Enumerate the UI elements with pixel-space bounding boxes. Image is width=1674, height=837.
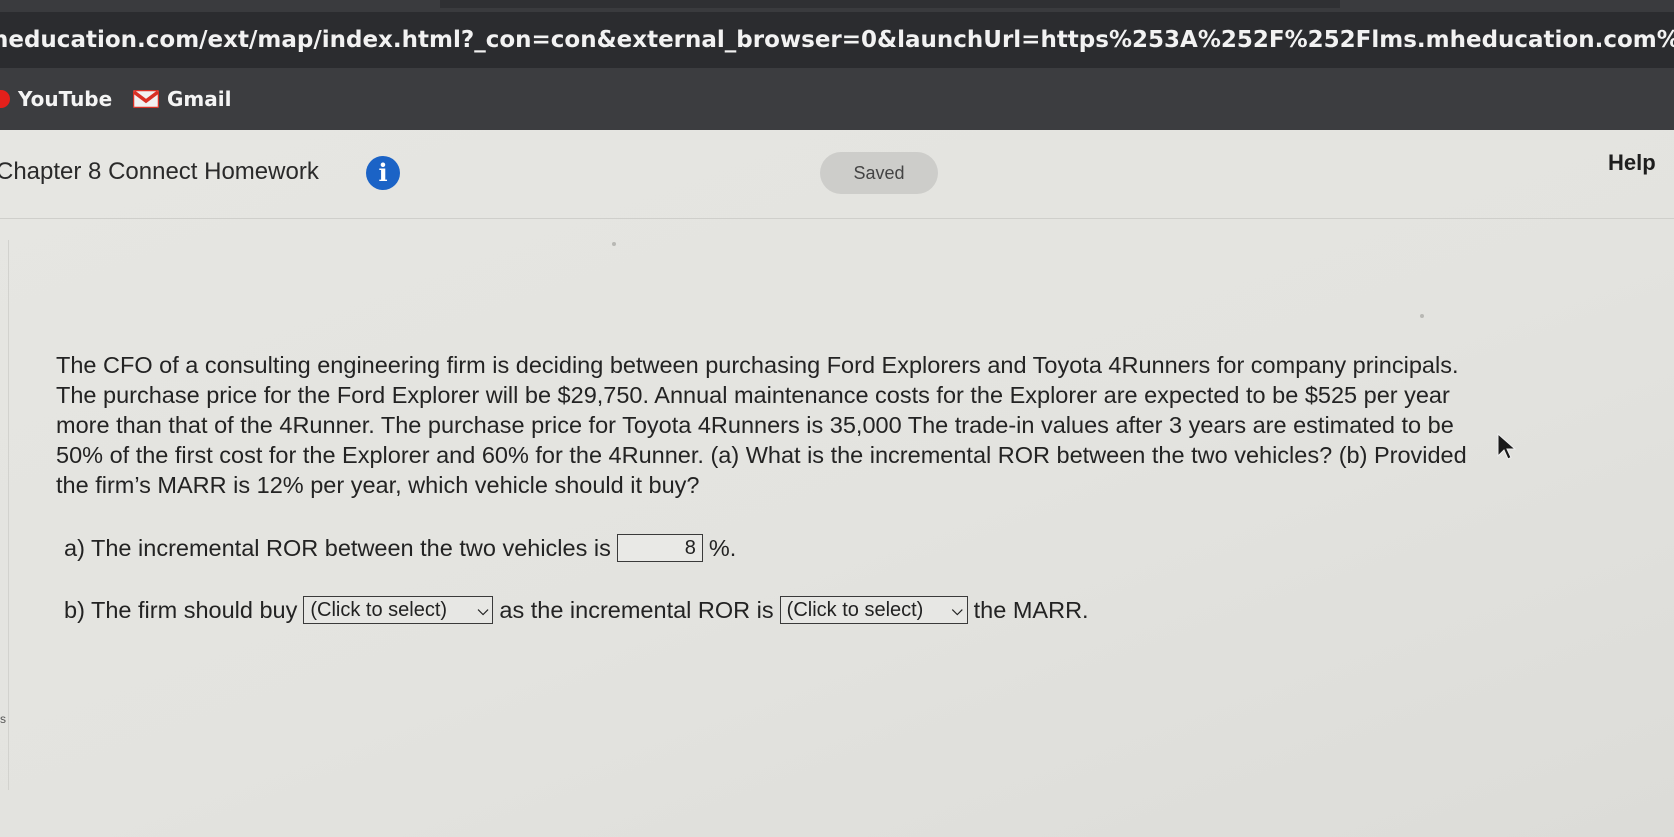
chevron-down-icon: ⌵ [477,601,489,618]
assignment-page: Chapter 8 Connect Homework i Saved Help … [0,130,1674,837]
part-b-suffix: the MARR. [973,596,1089,623]
part-b-row: b) The firm should buy (Click to select)… [64,596,1089,624]
chevron-down-icon: ⌵ [952,601,963,618]
vehicle-select[interactable]: (Click to select) ⌵ [303,596,494,624]
percent-suffix: %. [708,534,737,561]
gmail-icon [133,90,159,108]
part-a-prompt: a) The incremental ROR between the two v… [64,534,611,561]
youtube-icon [0,90,10,108]
browser-tab-strip [0,0,1674,12]
screen-speck [612,242,616,246]
part-b-middle: as the incremental ROR is [499,596,774,623]
saved-status-badge: Saved [820,152,938,194]
tab-strip-bar [440,0,1340,8]
select-value: (Click to select) [310,598,448,621]
bookmark-label: YouTube [18,87,113,111]
select-value: (Click to select) [786,598,924,621]
bookmarks-bar: YouTube Gmail [0,68,1674,130]
help-link[interactable]: Help [1608,150,1656,176]
left-panel-edge [0,240,9,790]
screen-speck [1420,314,1424,318]
bookmark-youtube[interactable]: YouTube [0,68,112,130]
part-a-row: a) The incremental ROR between the two v… [64,534,736,562]
address-bar[interactable]: heducation.com/ext/map/index.html?_con=c… [0,12,1674,68]
url-text[interactable]: heducation.com/ext/map/index.html?_con=c… [0,12,1674,68]
question-text: The CFO of a consulting engineering firm… [56,352,1467,498]
bookmark-label: Gmail [167,87,232,111]
bookmark-gmail[interactable]: Gmail [133,68,231,130]
incremental-ror-input[interactable]: 8 [616,534,703,562]
comparison-select[interactable]: (Click to select) ⌵ [779,596,968,624]
left-panel-fragment: s [0,712,6,726]
assignment-header: Chapter 8 Connect Homework i Saved Help [0,130,1674,219]
page-title: Chapter 8 Connect Homework [0,158,319,185]
part-b-prompt: b) The firm should buy [64,596,298,623]
info-icon[interactable]: i [366,156,400,190]
